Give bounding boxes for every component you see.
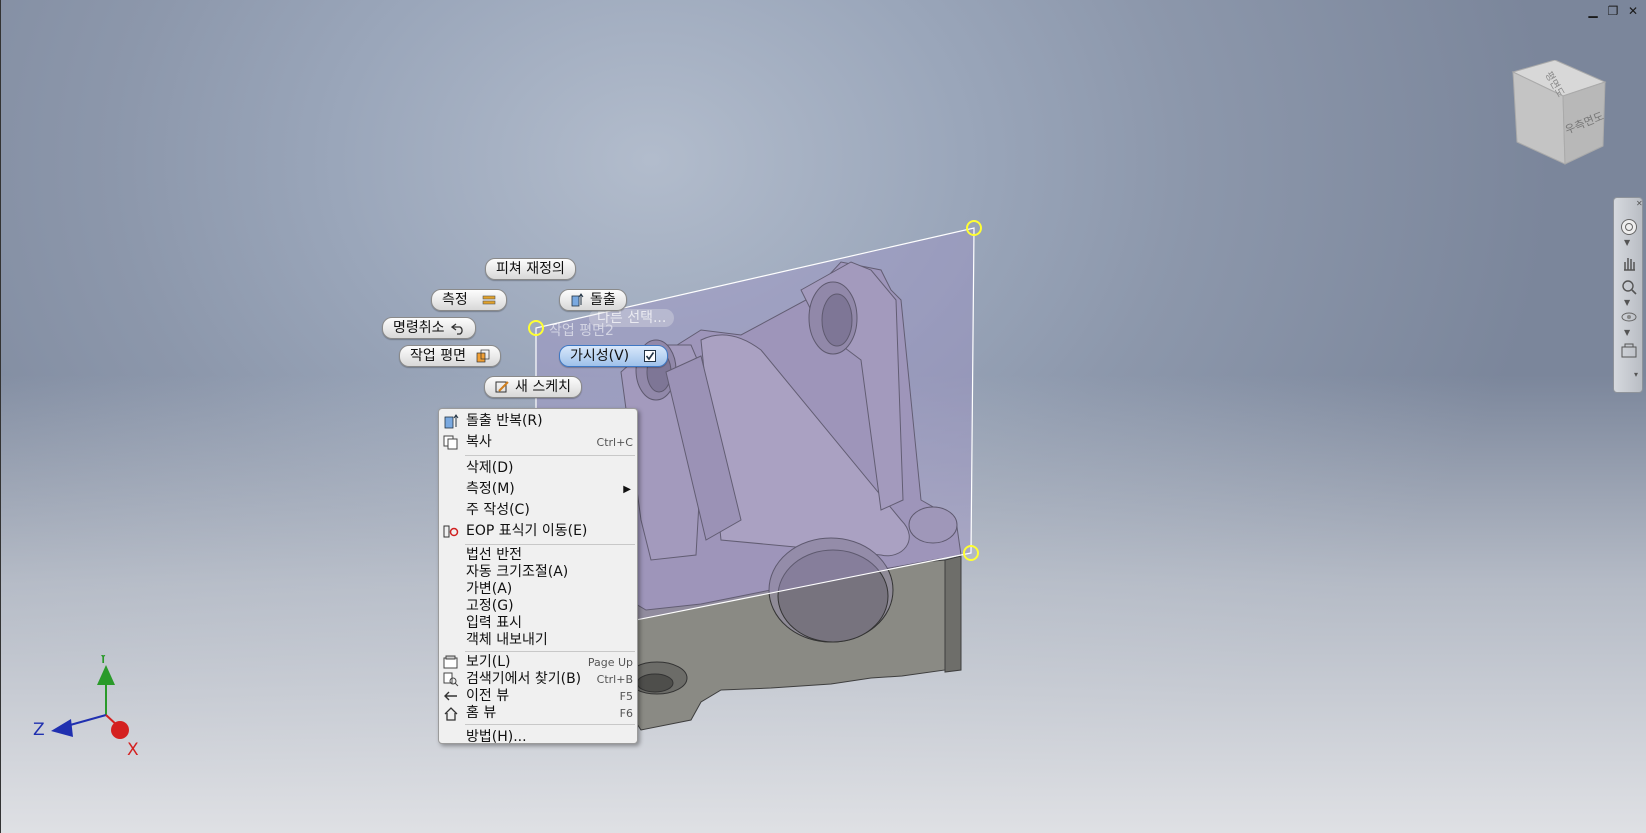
part-base-side bbox=[944, 555, 962, 673]
menu-item-auto-resize[interactable]: 자동 크기조절(A) bbox=[439, 564, 637, 581]
menu-item-previous-view[interactable]: 이전 뷰 F5 bbox=[439, 688, 637, 705]
view-icon bbox=[443, 655, 458, 669]
menu-separator bbox=[465, 724, 635, 725]
menu-item-how-to[interactable]: 방법(H)... bbox=[439, 727, 637, 748]
extrude-icon bbox=[571, 293, 584, 307]
z-axis-label: Z bbox=[33, 720, 45, 740]
part-model[interactable] bbox=[1, 0, 1646, 833]
previous-view-icon bbox=[444, 691, 457, 701]
redefine-feature-button[interactable]: 피쳐 재정의 bbox=[485, 258, 576, 280]
window-controls: ▁ ❐ ✕ bbox=[1586, 4, 1640, 18]
menu-item-home-view[interactable]: 홈 뷰 F6 bbox=[439, 705, 637, 722]
visibility-toggle[interactable]: 가시성(V) bbox=[559, 345, 669, 367]
dropdown-arrow-icon: ▼ bbox=[1624, 298, 1631, 307]
x-axis-label: X bbox=[127, 740, 139, 760]
home-icon bbox=[444, 707, 458, 721]
measure-icon bbox=[482, 295, 496, 305]
menu-item-view[interactable]: 보기(L) Page Up bbox=[439, 654, 637, 671]
steering-wheel-icon[interactable] bbox=[1620, 218, 1638, 236]
menu-item-show-input[interactable]: 입력 표시 bbox=[439, 615, 637, 632]
navigation-bar: ✕ ▼ ▼ ▼ ▾ bbox=[1613, 197, 1643, 393]
menu-item-copy[interactable]: 복사 Ctrl+C bbox=[439, 432, 637, 453]
context-menu[interactable]: 돌출 반복(R) 복사 Ctrl+C 삭제(D) 측정(M) ▶ 주 작성(C)… bbox=[438, 408, 638, 745]
nav-bar-menu-icon[interactable]: ▾ bbox=[1634, 370, 1638, 379]
dropdown-arrow-icon: ▼ bbox=[1624, 328, 1631, 337]
zoom-icon[interactable] bbox=[1620, 278, 1638, 296]
menu-item-move-eop[interactable]: EOP 표식기 이동(E) bbox=[439, 521, 637, 542]
look-at-icon[interactable] bbox=[1620, 342, 1638, 360]
find-icon bbox=[443, 672, 459, 687]
measure-button[interactable]: 측정 bbox=[431, 289, 507, 311]
eop-icon bbox=[443, 525, 459, 538]
undo-button[interactable]: 명령취소 bbox=[382, 317, 476, 339]
menu-item-export-object[interactable]: 객체 내보내기 bbox=[439, 632, 637, 649]
view-cube[interactable]: 평면도 우측면도 bbox=[1511, 60, 1611, 170]
dropdown-arrow-icon: ▼ bbox=[1624, 238, 1631, 247]
extrude-icon bbox=[444, 414, 459, 429]
restore-button[interactable]: ❐ bbox=[1606, 4, 1620, 18]
y-axis-label: Y bbox=[97, 655, 109, 668]
z-axis-arrow bbox=[51, 719, 73, 737]
sketch-icon bbox=[495, 381, 509, 393]
orbit-icon[interactable] bbox=[1620, 308, 1638, 326]
work-plane-button[interactable]: 작업 평면 bbox=[399, 345, 501, 367]
undo-icon bbox=[450, 323, 463, 335]
menu-item-measure[interactable]: 측정(M) ▶ bbox=[439, 479, 637, 500]
menu-item-adaptive[interactable]: 가변(A) bbox=[439, 581, 637, 598]
extrude-button[interactable]: 돌출 bbox=[559, 289, 627, 311]
minimize-button[interactable]: ▁ bbox=[1586, 4, 1600, 18]
menu-item-find-in-browser[interactable]: 검색기에서 찾기(B) Ctrl+B bbox=[439, 671, 637, 688]
submenu-arrow-icon: ▶ bbox=[623, 484, 631, 495]
pan-icon[interactable] bbox=[1620, 254, 1638, 272]
other-select-button[interactable]: 다른 선택... bbox=[589, 309, 675, 327]
menu-separator bbox=[465, 651, 635, 652]
menu-item-delete[interactable]: 삭제(D) bbox=[439, 458, 637, 479]
visibility-checkbox-icon[interactable] bbox=[643, 349, 657, 363]
menu-separator bbox=[465, 455, 635, 456]
menu-separator bbox=[465, 544, 635, 545]
work-plane-icon bbox=[476, 349, 490, 363]
nav-bar-close-icon[interactable]: ✕ bbox=[1636, 199, 1643, 208]
close-button[interactable]: ✕ bbox=[1626, 4, 1640, 18]
menu-item-repeat-extrude[interactable]: 돌출 반복(R) bbox=[439, 411, 637, 432]
x-axis-arrow bbox=[111, 721, 129, 739]
menu-item-flip-normal[interactable]: 법선 반전 bbox=[439, 547, 637, 564]
new-sketch-button[interactable]: 새 스케치 bbox=[484, 376, 582, 398]
y-axis-arrow bbox=[97, 665, 115, 685]
graphics-viewport[interactable]: 작업 평면2 다른 선택... 피쳐 재정의 측정 돌출 명령취소 작업 평면 … bbox=[0, 0, 1646, 833]
menu-item-fixed[interactable]: 고정(G) bbox=[439, 598, 637, 615]
copy-icon bbox=[443, 435, 458, 450]
menu-item-annotate[interactable]: 주 작성(C) bbox=[439, 500, 637, 521]
axis-triad: Y Z X bbox=[33, 655, 139, 760]
